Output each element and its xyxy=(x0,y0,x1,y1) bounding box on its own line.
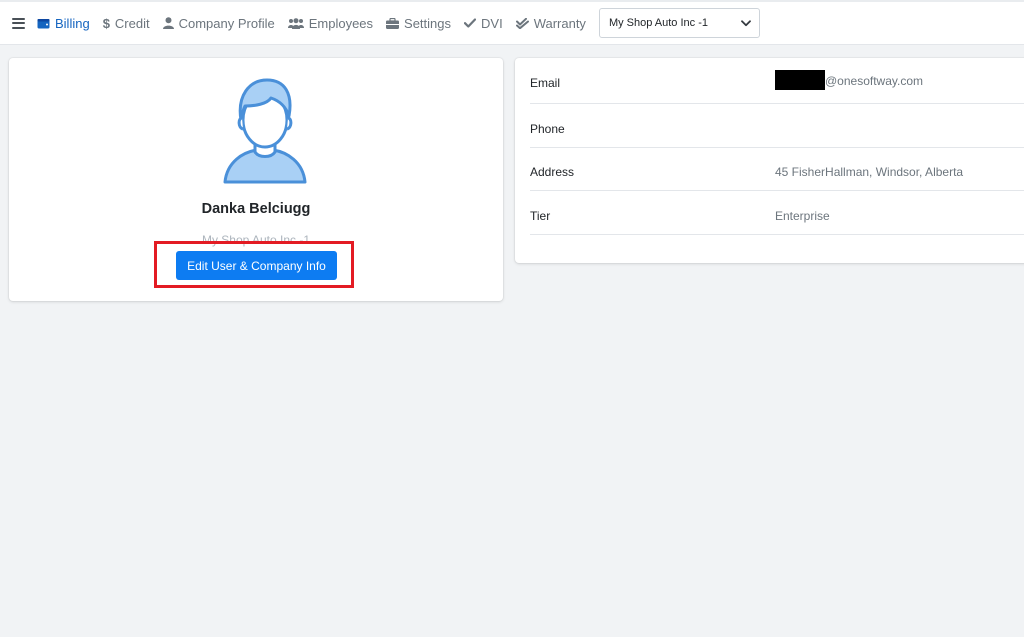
info-row-tier: Tier Enterprise xyxy=(530,191,1024,235)
nav-item-label: Company Profile xyxy=(178,15,275,31)
shop-select-value: My Shop Auto Inc -1 xyxy=(608,17,708,29)
tier-value: Enterprise xyxy=(775,209,830,223)
profile-card: Danka Belciugg My Shop Auto Inc -1 Edit … xyxy=(9,58,503,301)
user-icon xyxy=(162,17,174,29)
briefcase-icon xyxy=(386,17,400,29)
nav-item-company-profile[interactable]: Company Profile xyxy=(162,15,275,31)
edit-user-company-info-button[interactable]: Edit User & Company Info xyxy=(176,251,337,280)
menu-icon[interactable] xyxy=(12,17,25,29)
chevron-down-icon xyxy=(741,19,751,26)
nav-item-billing[interactable]: Billing xyxy=(37,16,90,31)
top-nav-bar: Billing $ Credit Company Profile Employe… xyxy=(0,0,1024,45)
nav-item-dvi[interactable]: DVI xyxy=(464,16,503,31)
dollar-icon: $ xyxy=(102,15,110,31)
email-domain: @onesoftway.com xyxy=(825,74,923,89)
info-row-phone: Phone xyxy=(530,104,1024,148)
nav-item-credit[interactable]: $ Credit xyxy=(103,16,150,31)
avatar xyxy=(223,78,307,184)
nav-item-label: Credit xyxy=(114,15,150,31)
nav-item-label: Billing xyxy=(55,15,90,31)
address-value: 45 FisherHallman, Windsor, Alberta xyxy=(775,165,964,179)
email-label: Email xyxy=(530,76,561,90)
tier-label: Tier xyxy=(530,209,551,223)
address-label: Address xyxy=(530,165,575,179)
nav-item-settings[interactable]: Settings xyxy=(386,16,451,31)
redacted-block xyxy=(775,70,825,90)
nav-item-label: DVI xyxy=(481,15,503,31)
nav-item-employees[interactable]: Employees xyxy=(287,15,374,31)
double-check-icon xyxy=(515,17,529,29)
nav-item-label: Warranty xyxy=(533,15,586,31)
info-row-address: Address 45 FisherHallman, Windsor, Alber… xyxy=(530,147,1024,191)
company-info-card: Email @onesoftway.com Phone Address 45 F… xyxy=(515,58,1024,263)
check-icon xyxy=(464,18,477,28)
shop-select[interactable]: My Shop Auto Inc -1 xyxy=(598,8,760,38)
info-row-email: Email @onesoftway.com xyxy=(530,60,1024,104)
user-name: Danka Belciugg xyxy=(201,201,311,217)
wallet-icon xyxy=(37,18,50,28)
email-value: @onesoftway.com xyxy=(775,70,923,90)
nav-item-warranty[interactable]: Warranty xyxy=(515,15,586,31)
users-icon xyxy=(287,17,304,29)
nav-item-label: Settings xyxy=(404,15,452,31)
phone-label: Phone xyxy=(530,122,565,136)
nav-item-label: Employees xyxy=(308,15,374,31)
